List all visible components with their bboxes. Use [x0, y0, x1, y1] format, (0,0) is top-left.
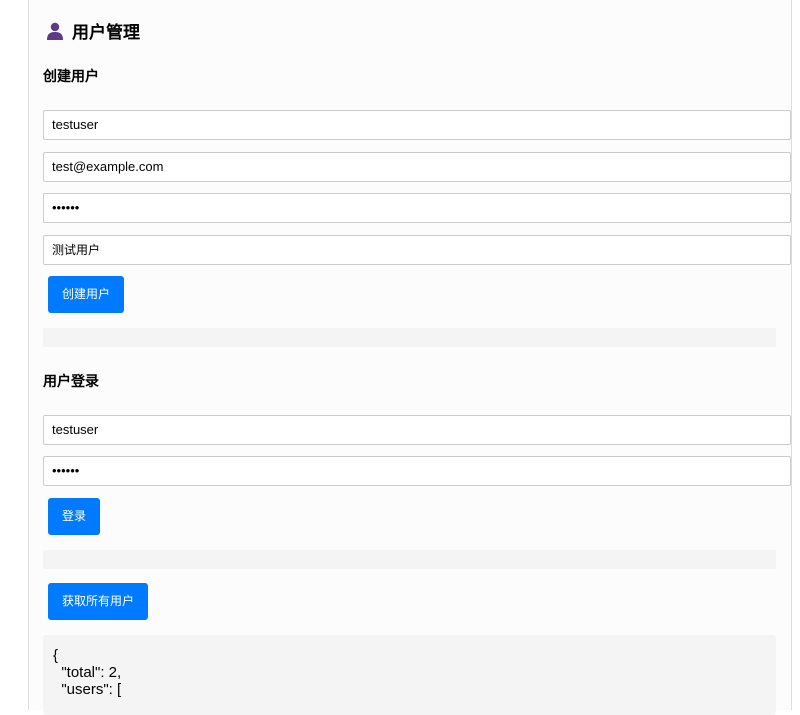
- user-icon: [46, 22, 64, 40]
- login-button[interactable]: 登录: [48, 498, 101, 535]
- login-password-input[interactable]: ••••••: [43, 456, 791, 486]
- page-title: 用户管理: [72, 23, 140, 43]
- page-header: 用户管理: [46, 18, 140, 43]
- fetch-users-button[interactable]: 获取所有用户: [48, 583, 149, 620]
- create-user-result: [43, 328, 776, 347]
- json-line: {: [53, 647, 59, 664]
- login-result: [43, 550, 776, 569]
- users-json-output: { "total": 2, "users": [: [43, 635, 776, 715]
- create-username-input[interactable]: testuser: [43, 110, 791, 140]
- create-display-name-input[interactable]: 测试用户: [43, 235, 791, 265]
- login-username-input[interactable]: testuser: [43, 415, 791, 445]
- json-line: "users": [: [53, 681, 122, 698]
- login-heading: 用户登录: [43, 374, 99, 390]
- create-password-input[interactable]: ••••••: [43, 193, 791, 223]
- create-user-button[interactable]: 创建用户: [48, 276, 125, 313]
- create-user-heading: 创建用户: [43, 69, 99, 85]
- create-email-input[interactable]: test@example.com: [43, 152, 791, 182]
- json-line: "total": 2,: [53, 664, 122, 681]
